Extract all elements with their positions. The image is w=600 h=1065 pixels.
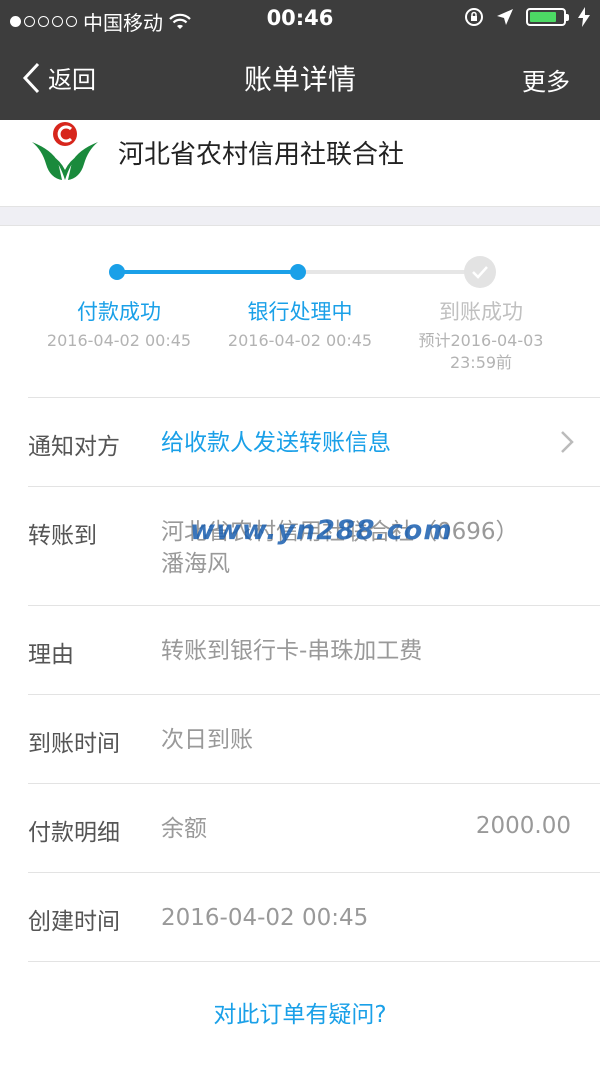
bank-name: 河北省农村信用社联合社 — [118, 140, 405, 170]
payment-method: 余额 — [161, 816, 207, 842]
arrival-time-value: 次日到账 — [161, 727, 253, 753]
rotation-lock-icon — [465, 8, 483, 26]
step-time-paid: 2016-04-02 00:45 — [46, 331, 192, 350]
transfer-to-recipient: 潘海风 — [161, 551, 230, 577]
order-question-link[interactable]: 对此订单有疑问? — [0, 995, 600, 1029]
detail-list: 通知对方 给收款人发送转账信息 转账到 河北省农村信用社联合社（0696） 潘海… — [0, 397, 600, 962]
step-time-arrived-line1: 预计2016-04-03 — [418, 331, 544, 350]
location-arrow-icon — [497, 9, 513, 25]
notify-label: 通知对方 — [28, 434, 120, 460]
created-time-label: 创建时间 — [28, 909, 120, 935]
step-label-processing: 银行处理中 — [247, 300, 353, 324]
checkmark-icon — [464, 256, 496, 288]
step-time-processing: 2016-04-02 00:45 — [227, 331, 373, 350]
navigation-bar: 返回 账单详情 更多 — [0, 38, 600, 120]
step-dot-processing — [290, 264, 306, 280]
step-time-arrived-line2: 23:59前 — [449, 353, 513, 372]
transfer-to-label: 转账到 — [28, 523, 97, 549]
notify-link[interactable]: 给收款人发送转账信息 — [161, 427, 391, 459]
status-bar: 中国移动 00:46 — [0, 0, 600, 38]
notify-row[interactable]: 通知对方 给收款人发送转账信息 — [28, 397, 600, 486]
progress-line-pending — [298, 270, 481, 274]
step-dot-paid — [109, 264, 125, 280]
battery-icon — [526, 8, 569, 26]
reason-row: 理由 转账到银行卡-串珠加工费 — [28, 605, 600, 694]
created-time-value: 2016-04-02 00:45 — [161, 905, 369, 931]
arrival-time-row: 到账时间 次日到账 — [28, 694, 600, 783]
charging-bolt-icon — [578, 7, 590, 27]
transfer-progress: 付款成功 2016-04-02 00:45 银行处理中 2016-04-02 0… — [0, 226, 600, 396]
reason-value: 转账到银行卡-串珠加工费 — [161, 638, 423, 664]
step-label-arrived: 到账成功 — [439, 300, 523, 324]
more-button[interactable]: 更多 — [522, 62, 570, 97]
section-divider — [0, 207, 600, 226]
payment-detail-row: 付款明细 余额 2000.00 — [28, 783, 600, 872]
step-label-paid: 付款成功 — [77, 300, 161, 324]
watermark-text: www.yn288.com — [190, 515, 453, 546]
created-time-row: 创建时间 2016-04-02 00:45 — [28, 872, 600, 962]
page-title: 账单详情 — [243, 63, 356, 96]
bank-header: 河北省农村信用社联合社 — [0, 120, 600, 207]
step-time-arrived: 预计2016-04-03 23:59前 — [391, 330, 571, 374]
arrival-time-label: 到账时间 — [28, 731, 120, 757]
chevron-right-icon — [561, 431, 574, 453]
progress-line-done — [117, 270, 298, 274]
rural-credit-union-logo-icon — [32, 122, 98, 180]
payment-amount: 2000.00 — [475, 813, 571, 839]
payment-detail-label: 付款明细 — [28, 820, 120, 846]
reason-label: 理由 — [28, 642, 74, 668]
